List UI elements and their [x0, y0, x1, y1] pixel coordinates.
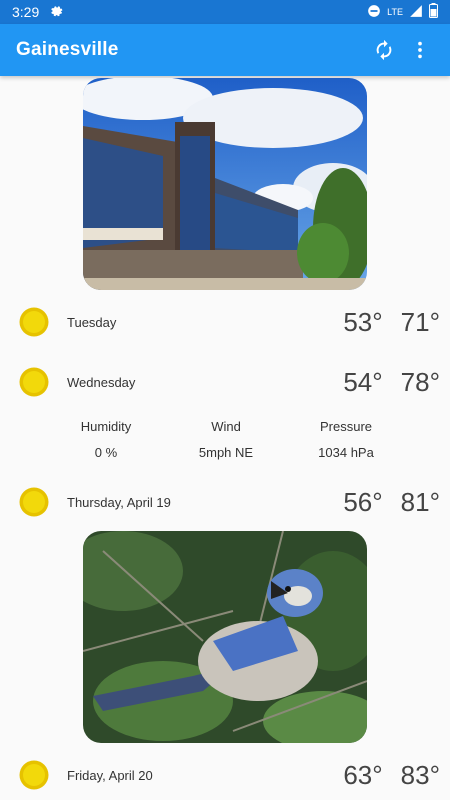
humidity-value: 0 %	[94, 445, 118, 460]
low-temp: 63°	[343, 759, 383, 790]
low-temp: 53°	[343, 306, 383, 337]
status-bar: 3:29 LTE	[0, 0, 450, 24]
day-label: Wednesday	[67, 374, 136, 390]
temperatures: 54° 78°	[343, 367, 440, 398]
high-temp: 83°	[400, 759, 440, 790]
app-bar: Gainesville	[0, 24, 450, 76]
humidity-label: Humidity	[80, 419, 132, 434]
battery-icon	[429, 3, 438, 21]
day-label: Friday, April 20	[67, 767, 153, 783]
low-temp: 54°	[343, 366, 383, 397]
temperatures: 56° 81°	[343, 487, 440, 518]
pressure-value: 1034 hPa	[318, 445, 374, 460]
sun-icon	[19, 487, 49, 517]
do-not-disturb-icon	[367, 4, 381, 21]
forecast-row[interactable]: Wednesday 54° 78°	[0, 357, 450, 407]
wind-label: Wind	[211, 419, 241, 434]
high-temp: 78°	[400, 366, 440, 397]
wind-value: 5mph NE	[198, 445, 254, 460]
low-temp: 56°	[343, 486, 383, 517]
sun-icon	[19, 367, 49, 397]
page-title: Gainesville	[16, 39, 119, 60]
forecast-row[interactable]: Friday, April 20 63° 83°	[0, 750, 450, 800]
high-temp: 71°	[400, 306, 440, 337]
building-photo	[83, 78, 367, 290]
forecast-row[interactable]: Thursday, April 19 56° 81°	[0, 477, 450, 527]
weather-details: Humidity 0 % Wind 5mph NE Pressure 1034 …	[0, 414, 450, 474]
sun-icon	[19, 307, 49, 337]
refresh-icon[interactable]	[366, 32, 402, 68]
signal-icon	[409, 4, 423, 21]
network-type: LTE	[387, 7, 403, 17]
pressure-label: Pressure	[319, 419, 373, 434]
settings-gear-icon	[49, 4, 63, 21]
bird-photo	[83, 531, 367, 743]
sun-icon	[19, 760, 49, 790]
status-time: 3:29	[12, 4, 40, 20]
overflow-menu-icon[interactable]	[402, 32, 438, 68]
temperatures: 53° 71°	[343, 307, 440, 338]
high-temp: 81°	[400, 486, 440, 517]
day-label: Tuesday	[67, 314, 117, 330]
forecast-row[interactable]: Tuesday 53° 71°	[0, 297, 450, 347]
temperatures: 63° 83°	[343, 760, 440, 791]
day-label: Thursday, April 19	[67, 494, 171, 510]
